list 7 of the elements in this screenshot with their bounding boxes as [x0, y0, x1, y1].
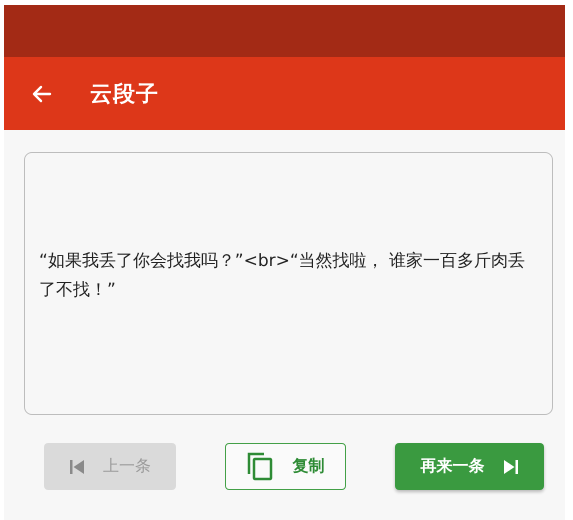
skip-next-icon: [502, 458, 518, 474]
copy-icon: [246, 452, 272, 481]
app-title: 云段子: [90, 80, 159, 108]
next-button[interactable]: 再来一条: [395, 443, 544, 490]
copy-button[interactable]: 复制: [225, 443, 346, 490]
skip-previous-icon: [69, 458, 85, 474]
joke-text: “如果我丢了你会找我吗？”<br>“当然找啦， 谁家一百多斤肉丢了不找！”: [39, 250, 526, 302]
